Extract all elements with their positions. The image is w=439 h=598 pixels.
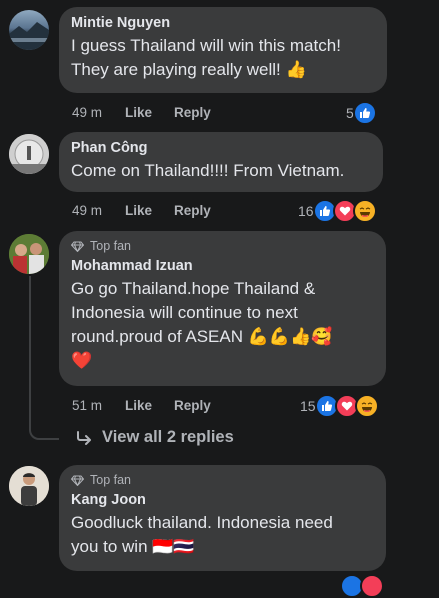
view-all-replies-label: View all 2 replies (102, 428, 234, 446)
view-all-replies-button[interactable]: View all 2 replies (76, 428, 234, 447)
comment-bubble: Phan Công Come on Thailand!!!! From Viet… (59, 132, 383, 192)
reaction-count: 15 (300, 398, 316, 414)
comment-time[interactable]: 51 m (72, 398, 125, 413)
comment-author[interactable]: Mohammad Izuan (71, 258, 374, 274)
person-avatar-image (9, 134, 49, 174)
reaction-count: 16 (298, 203, 314, 219)
top-fan-label: Top fan (90, 473, 132, 487)
haha-icon (354, 394, 379, 418)
person-avatar-image (9, 466, 49, 506)
reply-button[interactable]: Reply (174, 398, 211, 413)
diamond-icon (71, 475, 84, 486)
comment-actions: 51 m Like Reply (72, 398, 211, 413)
landscape-avatar-image (9, 22, 49, 50)
top-fan-badge: Top fan (71, 473, 374, 487)
avatar[interactable] (9, 10, 49, 50)
haha-icon (352, 199, 377, 223)
comment-bubble: Top fan Kang Joon Goodluck thailand. Ind… (59, 465, 386, 571)
comment-bubble: Mintie Nguyen I guess Thailand will win … (59, 7, 387, 93)
reply-thread-line (29, 276, 59, 440)
comment-actions: 49 m Like Reply (72, 203, 211, 218)
reaction-summary[interactable]: 15 (300, 394, 379, 418)
avatar[interactable] (9, 466, 49, 506)
comment-text: Go go Thailand.hope Thailand & Indonesia… (71, 279, 333, 370)
top-fan-badge: Top fan (71, 239, 374, 253)
comment-text: Goodluck thailand. Indonesia need you to… (71, 513, 333, 556)
like-button[interactable]: Like (125, 398, 174, 413)
like-button[interactable]: Like (125, 203, 174, 218)
diamond-icon (71, 241, 84, 252)
comment-author[interactable]: Mintie Nguyen (71, 15, 375, 31)
reaction-summary[interactable]: 16 (298, 199, 377, 223)
reaction-summary-partial[interactable] (340, 574, 384, 598)
like-icon (352, 101, 377, 125)
reply-button[interactable]: Reply (174, 203, 211, 218)
avatar[interactable] (9, 134, 49, 174)
top-fan-label: Top fan (90, 239, 132, 253)
love-icon (360, 574, 384, 598)
comment-time[interactable]: 49 m (72, 105, 125, 120)
comment-actions: 49 m Like Reply (72, 105, 211, 120)
group-photo-avatar-image (9, 234, 49, 274)
comment-text: Come on Thailand!!!! From Vietnam. (71, 161, 345, 180)
avatar[interactable] (9, 234, 49, 274)
comment-time[interactable]: 49 m (72, 203, 125, 218)
comment-author[interactable]: Kang Joon (71, 492, 374, 508)
comment-bubble: Top fan Mohammad Izuan Go go Thailand.ho… (59, 231, 386, 386)
reaction-summary[interactable]: 5 (346, 101, 377, 125)
reply-arrow-icon (77, 430, 91, 445)
like-button[interactable]: Like (125, 105, 174, 120)
comment-text: I guess Thailand will win this match! Th… (71, 36, 341, 79)
comment-author[interactable]: Phan Công (71, 140, 371, 156)
reply-button[interactable]: Reply (174, 105, 211, 120)
